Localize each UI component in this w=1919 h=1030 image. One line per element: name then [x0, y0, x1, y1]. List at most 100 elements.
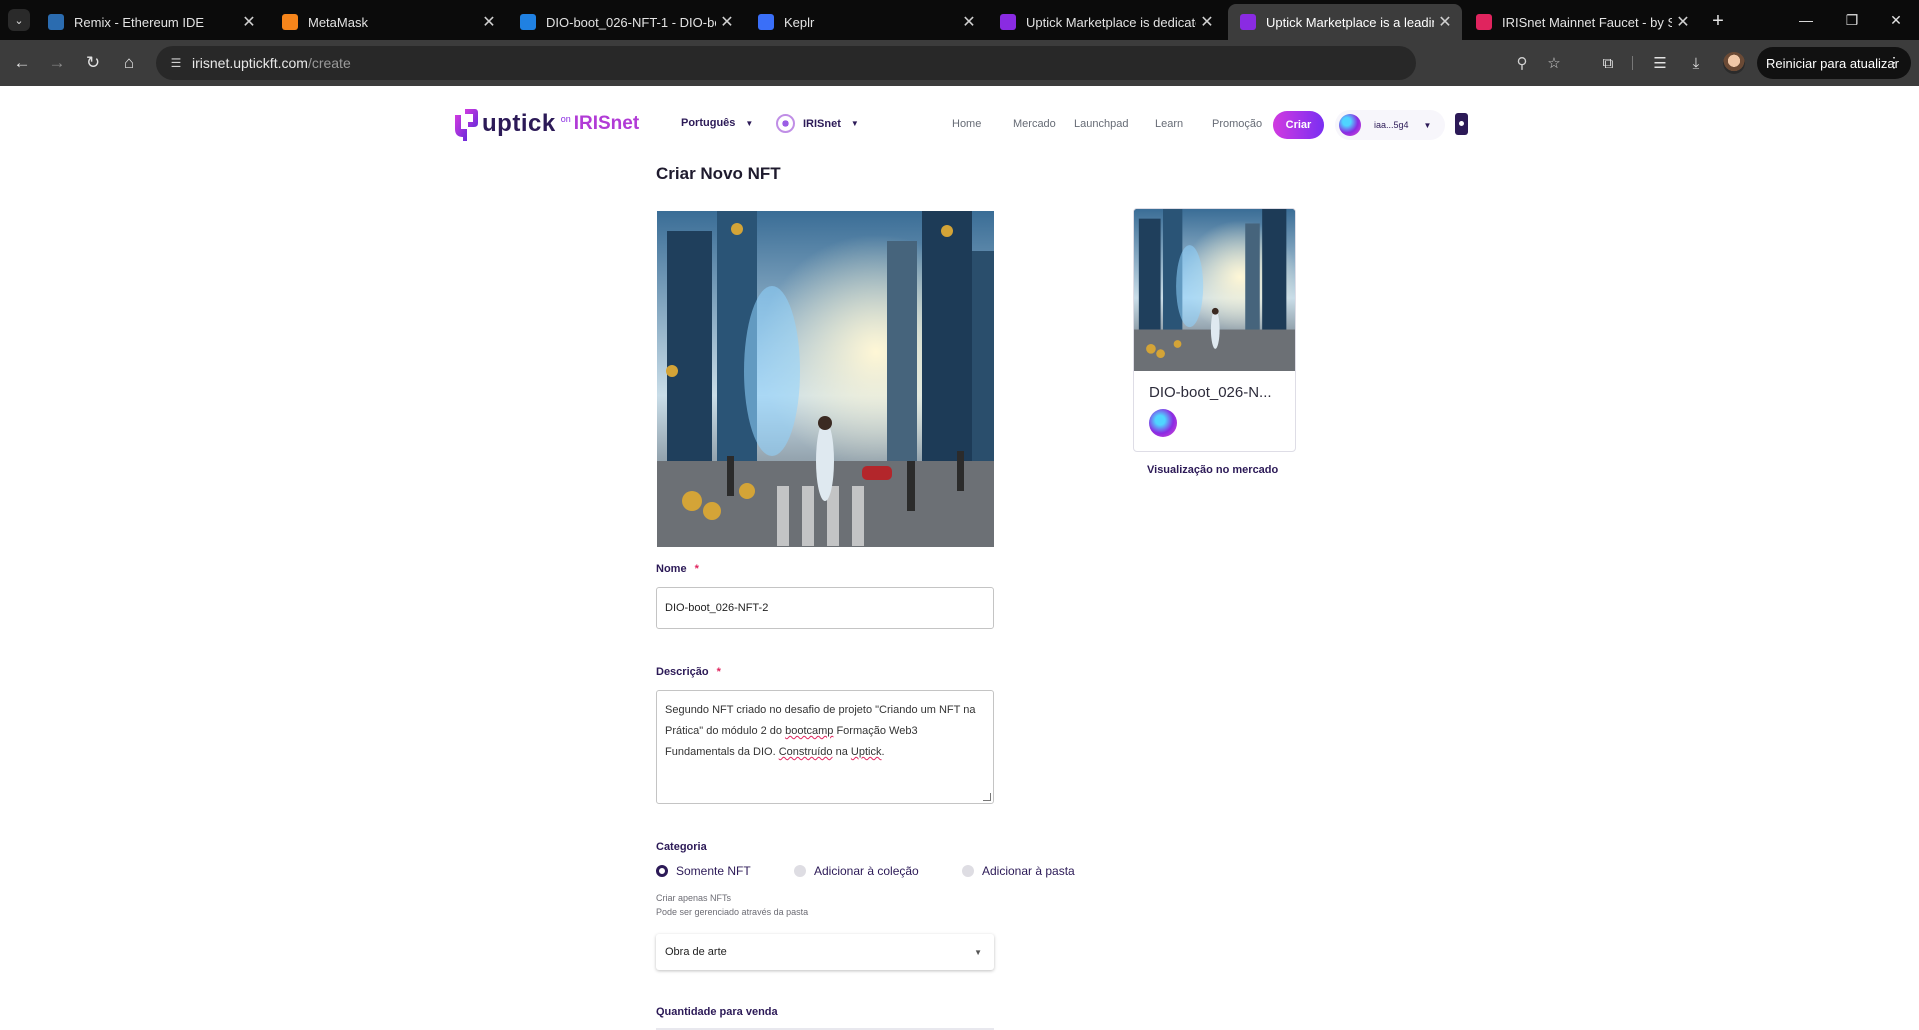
description-text: Segundo NFT criado no desafio de projeto… [665, 704, 975, 758]
extensions-puzzle-icon[interactable]: ⧉ [1596, 51, 1620, 75]
forward-arrow-icon[interactable]: → [44, 50, 70, 76]
close-window-icon[interactable]: ✕ [1876, 6, 1916, 34]
browser-tab[interactable]: Keplr ✕ [746, 4, 986, 40]
browser-tab[interactable]: DIO-boot_026-NFT-1 - DIO-bo ✕ [508, 4, 744, 40]
radio-label: Somente NFT [676, 864, 751, 878]
uptick-icon [1240, 14, 1256, 30]
logo-irisnet-text: IRISnet [573, 113, 640, 134]
description-label-text: Descrição [656, 666, 709, 678]
restart-label: Reiniciar para atualizar [1766, 55, 1899, 71]
uptick-logo-mark-icon [455, 109, 478, 141]
opensea-icon [520, 14, 536, 30]
tab-title: DIO-boot_026-NFT-1 - DIO-bo [546, 14, 716, 30]
tab-search-chevron-icon[interactable]: ⌄ [8, 9, 30, 31]
url-path: /create [307, 55, 351, 71]
required-asterisk: * [716, 666, 721, 678]
nft-type-select[interactable]: Obra de arte ▼ [656, 934, 994, 970]
radio-unselected-icon [794, 865, 806, 877]
network-label: IRISnet [803, 117, 841, 130]
name-input[interactable]: DIO-boot_026-NFT-2 [656, 587, 994, 629]
caret-down-icon: ▼ [745, 118, 754, 128]
nav-promocao[interactable]: Promoção [1212, 118, 1262, 130]
tab-close-icon[interactable]: ✕ [1672, 12, 1694, 32]
browser-tab-strip: ⌄ Remix - Ethereum IDE ✕ MetaMask ✕ DIO-boot… [0, 0, 1919, 40]
preview-caption: Visualização no mercado [1147, 464, 1279, 476]
back-arrow-icon[interactable]: ← [9, 50, 35, 76]
url-text[interactable]: irisnet.uptickft.com/create [192, 55, 351, 71]
download-icon[interactable]: ⤓ [1684, 51, 1708, 75]
nav-learn[interactable]: Learn [1155, 118, 1183, 130]
tab-title: Uptick Marketplace is dedicate [1026, 14, 1196, 30]
network-selector[interactable]: IRISnet ▼ [776, 114, 859, 133]
resize-grip-icon[interactable] [983, 793, 991, 801]
tab-title: Remix - Ethereum IDE [74, 14, 205, 30]
radio-label: Adicionar à pasta [982, 864, 1075, 878]
site-settings-icon[interactable]: ☰ [168, 55, 184, 71]
tab-close-icon[interactable]: ✕ [1196, 12, 1218, 32]
more-vertical-icon[interactable]: ⋮ [1887, 54, 1901, 71]
restore-window-icon[interactable]: ❐ [1832, 6, 1872, 34]
media-queue-icon[interactable]: ☰ [1648, 51, 1672, 75]
tab-close-icon[interactable]: ✕ [958, 12, 980, 32]
nav-home[interactable]: Home [952, 118, 981, 130]
nft-type-value: Obra de arte [665, 946, 727, 958]
caret-down-icon: ▼ [1423, 120, 1432, 130]
mobile-app-icon[interactable] [1455, 113, 1468, 135]
bookmark-star-icon[interactable]: ☆ [1544, 53, 1564, 73]
description-fragment: Uptick [850, 746, 882, 758]
tab-close-icon[interactable]: ✕ [238, 12, 260, 32]
browser-tab[interactable]: MetaMask ✕ [270, 4, 506, 40]
zoom-magnifier-icon[interactable]: ⚲ [1512, 53, 1532, 73]
category-hint-1: Criar apenas NFTs [656, 893, 732, 903]
radio-unselected-icon [962, 865, 974, 877]
caret-down-icon: ▼ [974, 948, 982, 957]
description-textarea[interactable]: Segundo NFT criado no desafio de projeto… [656, 690, 994, 804]
name-label: Nome * [656, 563, 699, 575]
wallet-address: iaa...5g4 [1374, 120, 1409, 130]
tab-close-icon[interactable]: ✕ [1434, 12, 1456, 32]
language-label: Português [681, 117, 736, 129]
browser-tab[interactable]: IRISnet Mainnet Faucet - by Sta ✕ [1464, 4, 1700, 40]
quantity-label: Quantidade para venda [656, 1006, 778, 1018]
restart-to-update-button[interactable]: Reiniciar para atualizar ⋮ [1757, 47, 1911, 79]
new-tab-plus-icon[interactable]: + [1705, 8, 1731, 34]
create-button[interactable]: Criar [1273, 111, 1324, 139]
tab-close-icon[interactable]: ✕ [716, 12, 738, 32]
browser-tab[interactable]: Uptick Marketplace is a leading ✕ [1228, 4, 1462, 40]
nav-launchpad[interactable]: Launchpad [1074, 118, 1128, 130]
language-selector[interactable]: Português ▼ [681, 117, 753, 129]
radio-adicionar-pasta[interactable]: Adicionar à pasta [962, 864, 1075, 878]
profile-avatar[interactable] [1723, 52, 1745, 74]
logo-on-text: on [560, 114, 571, 124]
irisnet-network-icon [776, 114, 795, 133]
page-title: Criar Novo NFT [656, 164, 781, 183]
name-label-text: Nome [656, 563, 687, 575]
browser-toolbar: ← → ↻ ⌂ ☰ irisnet.uptickft.com/create ⚲ … [0, 40, 1919, 86]
uptick-logo[interactable]: uptick on IRISnet [452, 107, 639, 141]
description-fragment: . [881, 746, 885, 758]
minimize-icon[interactable]: — [1786, 6, 1826, 34]
nft-artwork-image [657, 211, 994, 547]
browser-tab[interactable]: Remix - Ethereum IDE ✕ [36, 4, 266, 40]
description-fragment: Construído [778, 746, 833, 758]
wallet-account-menu[interactable]: iaa...5g4 ▼ [1335, 110, 1445, 140]
caret-down-icon: ▼ [850, 119, 859, 128]
remix-icon [48, 14, 64, 30]
nav-mercado[interactable]: Mercado [1013, 118, 1056, 130]
category-label: Categoria [656, 841, 707, 853]
address-bar[interactable]: ☰ irisnet.uptickft.com/create ⚲ ☆ [156, 46, 1561, 80]
preview-thumbnail [1134, 209, 1295, 371]
radio-somente-nft[interactable]: Somente NFT [656, 864, 751, 878]
reload-icon[interactable]: ↻ [80, 50, 106, 76]
tab-close-icon[interactable]: ✕ [478, 12, 500, 32]
tab-title: MetaMask [308, 14, 368, 30]
tab-title: Uptick Marketplace is a leading [1266, 14, 1434, 30]
irisnet-icon [1476, 14, 1492, 30]
browser-tab[interactable]: Uptick Marketplace is dedicate ✕ [988, 4, 1224, 40]
market-preview-card[interactable]: DIO-boot_026-N... [1133, 208, 1296, 452]
tab-title: IRISnet Mainnet Faucet - by Sta [1502, 14, 1672, 30]
nft-image-upload[interactable] [657, 211, 994, 547]
description-fragment: bootcamp [785, 725, 834, 737]
home-icon[interactable]: ⌂ [116, 50, 142, 76]
radio-adicionar-colecao[interactable]: Adicionar à coleção [794, 864, 919, 878]
